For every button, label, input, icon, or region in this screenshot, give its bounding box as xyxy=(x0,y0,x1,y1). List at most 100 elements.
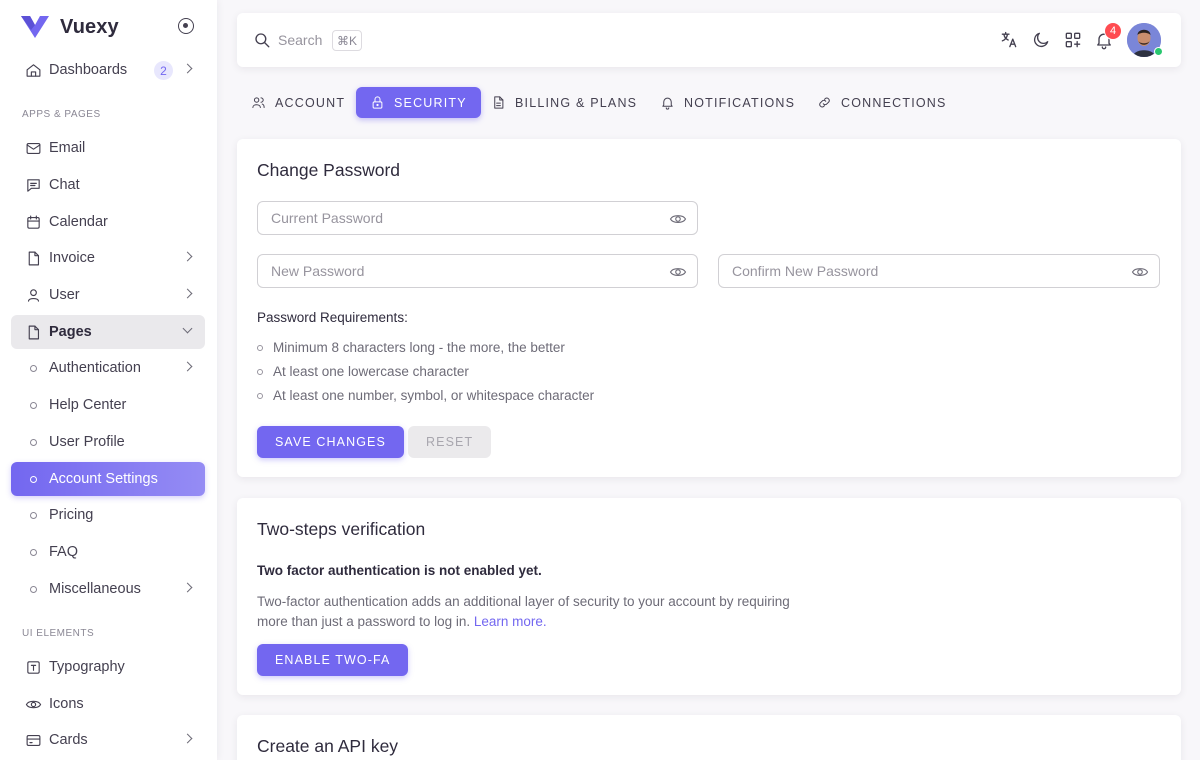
search-input[interactable]: Search xyxy=(278,32,322,48)
sidebar-item-authentication[interactable]: Authentication xyxy=(11,351,205,385)
mail-icon xyxy=(24,139,42,157)
section-header-apps: APPS & PAGES xyxy=(22,109,101,120)
sidebar-item-cards[interactable]: Cards xyxy=(11,723,205,757)
two-step-title: Two-steps verification xyxy=(257,519,426,539)
current-password-field[interactable] xyxy=(257,201,698,235)
bullet-icon xyxy=(24,511,42,519)
tab-account[interactable]: Account xyxy=(237,87,359,118)
file-icon xyxy=(24,323,42,341)
tab-label: Notifications xyxy=(684,95,796,110)
sidebar-item-faq[interactable]: FAQ xyxy=(11,535,205,569)
sidebar-item-label: Invoice xyxy=(49,250,95,266)
bullet-icon xyxy=(24,548,42,556)
api-key-card: Create an API key xyxy=(237,715,1181,760)
translate-icon[interactable] xyxy=(999,30,1019,50)
sidebar: Vuexy Dashboards 2 APPS & PAGES Email Ch… xyxy=(0,0,217,760)
new-password-input[interactable] xyxy=(258,255,647,287)
sidebar-item-invoice[interactable]: Invoice xyxy=(11,241,205,275)
sidebar-item-label: Authentication xyxy=(49,360,141,376)
sidebar-item-label: Account Settings xyxy=(49,471,158,487)
topbar: Search ⌘K 4 xyxy=(237,13,1181,67)
chevron-right-icon xyxy=(182,582,193,593)
sidebar-item-label: User Profile xyxy=(49,434,125,450)
requirement-item: At least one lowercase character xyxy=(257,364,469,379)
sidebar-item-help-center[interactable]: Help Center xyxy=(11,388,205,422)
confirm-password-input[interactable] xyxy=(719,255,1109,287)
bullet-icon xyxy=(24,475,42,483)
brand-name: Vuexy xyxy=(60,15,119,38)
sidebar-item-user-profile[interactable]: User Profile xyxy=(11,425,205,459)
sidebar-item-label: Cards xyxy=(49,732,88,748)
tab-label: Account xyxy=(275,95,346,110)
eye-icon[interactable] xyxy=(669,263,687,281)
link-icon xyxy=(819,97,830,108)
requirement-item: At least one number, symbol, or whitespa… xyxy=(257,388,594,403)
sidebar-item-dashboards[interactable]: Dashboards 2 xyxy=(11,53,205,87)
learn-more-link[interactable]: Learn more. xyxy=(474,614,547,629)
sidebar-item-pages[interactable]: Pages xyxy=(11,315,205,349)
chat-icon xyxy=(24,176,42,194)
sidebar-item-miscellaneous[interactable]: Miscellaneous xyxy=(11,572,205,606)
confirm-password-field[interactable] xyxy=(718,254,1160,288)
two-factor-description: Two-factor authentication adds an additi… xyxy=(257,592,797,632)
tab-label: Connections xyxy=(841,95,947,110)
bullet-icon xyxy=(257,344,263,351)
sidebar-item-chat[interactable]: Chat xyxy=(11,168,205,202)
tab-security[interactable]: Security xyxy=(356,87,481,118)
typography-icon xyxy=(24,658,42,676)
sidebar-item-label: FAQ xyxy=(49,544,79,560)
shortcuts-grid-icon[interactable] xyxy=(1063,30,1083,50)
save-changes-button[interactable]: Save Changes xyxy=(257,426,404,458)
chevron-right-icon xyxy=(182,733,193,744)
brand[interactable]: Vuexy xyxy=(21,14,119,40)
bullet-icon xyxy=(24,401,42,409)
sidebar-item-icons[interactable]: Icons xyxy=(11,687,205,721)
chevron-right-icon xyxy=(182,288,193,299)
eye-icon[interactable] xyxy=(669,210,687,228)
reset-button[interactable]: Reset xyxy=(408,426,492,458)
change-password-title: Change Password xyxy=(257,160,400,180)
api-key-title: Create an API key xyxy=(257,736,399,756)
bullet-icon xyxy=(24,585,42,593)
current-password-input[interactable] xyxy=(258,202,647,234)
enable-two-fa-button[interactable]: Enable Two-FA xyxy=(257,644,409,676)
sidebar-item-pricing[interactable]: Pricing xyxy=(11,498,205,532)
document-icon xyxy=(494,96,504,109)
sidebar-item-label: Dashboards xyxy=(49,62,128,78)
tab-billing-plans[interactable]: Billing & Plans xyxy=(477,87,651,118)
tab-connections[interactable]: Connections xyxy=(803,87,961,118)
sidebar-item-label: Typography xyxy=(49,659,125,675)
lock-icon xyxy=(372,96,383,109)
eye-icon xyxy=(24,695,42,713)
moon-icon[interactable] xyxy=(1031,30,1051,50)
user-icon xyxy=(24,286,42,304)
requirement-item: Minimum 8 characters long - the more, th… xyxy=(257,340,565,355)
chevron-right-icon xyxy=(182,63,193,74)
sidebar-item-typography[interactable]: Typography xyxy=(11,650,205,684)
search-icon[interactable] xyxy=(253,31,271,49)
sidebar-item-email[interactable]: Email xyxy=(11,131,205,165)
new-password-field[interactable] xyxy=(257,254,698,288)
notification-badge: 4 xyxy=(1104,22,1122,40)
chevron-right-icon xyxy=(182,361,193,372)
sidebar-item-account-settings[interactable]: Account Settings xyxy=(11,462,205,496)
two-factor-status: Two factor authentication is not enabled… xyxy=(257,563,542,578)
sidebar-item-user[interactable]: User xyxy=(11,278,205,312)
section-header-ui: UI ELEMENTS xyxy=(22,628,95,639)
users-icon xyxy=(252,97,265,108)
change-password-card: Change Password Password Requirements: M… xyxy=(237,139,1181,477)
sidebar-item-calendar[interactable]: Calendar xyxy=(11,205,205,239)
eye-icon[interactable] xyxy=(1131,263,1149,281)
bullet-icon xyxy=(24,438,42,446)
home-icon xyxy=(24,61,42,79)
bullet-icon xyxy=(257,392,263,399)
sidebar-toggle-icon[interactable] xyxy=(178,18,194,34)
file-icon xyxy=(24,249,42,267)
tab-notifications[interactable]: Notifications xyxy=(646,87,809,118)
sidebar-item-label: Chat xyxy=(49,177,80,193)
card-icon xyxy=(24,731,42,749)
vuexy-logo-icon xyxy=(21,16,49,38)
tab-label: Billing & Plans xyxy=(515,95,638,110)
sidebar-item-label: Pages xyxy=(49,324,92,340)
search-shortcut: ⌘K xyxy=(332,30,363,51)
